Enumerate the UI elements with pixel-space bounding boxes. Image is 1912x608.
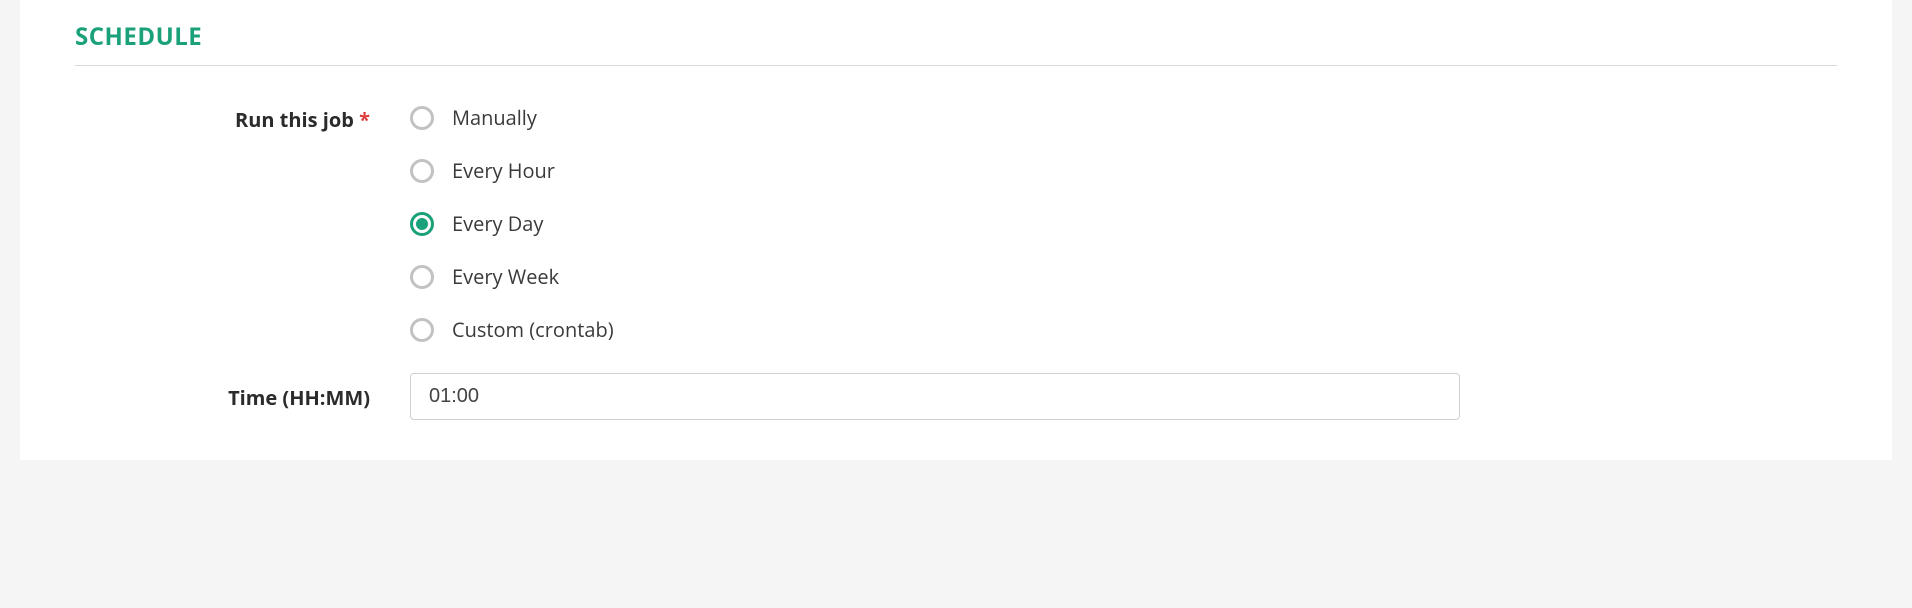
- section-title: SCHEDULE: [75, 20, 1837, 53]
- run-job-controls: Manually Every Hour Every Day Every Week: [410, 104, 1460, 343]
- schedule-panel: SCHEDULE Run this job * Manually Every H…: [20, 0, 1892, 460]
- radio-icon: [410, 106, 434, 130]
- radio-icon: [410, 265, 434, 289]
- divider: [75, 65, 1837, 66]
- run-job-radio-group: Manually Every Hour Every Day Every Week: [410, 104, 1460, 343]
- radio-icon-selected: [410, 212, 434, 236]
- radio-option-every-hour[interactable]: Every Hour: [410, 157, 1460, 184]
- radio-dot-icon: [416, 218, 428, 230]
- radio-label: Every Hour: [452, 157, 555, 184]
- run-job-row: Run this job * Manually Every Hour Every…: [75, 104, 1837, 343]
- required-indicator: *: [359, 106, 370, 133]
- radio-label: Custom (crontab): [452, 316, 614, 343]
- radio-label: Every Week: [452, 263, 559, 290]
- time-label: Time (HH:MM): [75, 382, 410, 411]
- time-row: Time (HH:MM): [75, 373, 1837, 420]
- time-control-wrap: [410, 373, 1460, 420]
- radio-label: Manually: [452, 104, 537, 131]
- radio-icon: [410, 318, 434, 342]
- run-job-label: Run this job: [235, 106, 354, 133]
- radio-label: Every Day: [452, 210, 543, 237]
- radio-icon: [410, 159, 434, 183]
- radio-option-every-week[interactable]: Every Week: [410, 263, 1460, 290]
- run-job-label-wrap: Run this job *: [75, 104, 410, 133]
- radio-option-custom-crontab[interactable]: Custom (crontab): [410, 316, 1460, 343]
- radio-option-manually[interactable]: Manually: [410, 104, 1460, 131]
- time-input[interactable]: [410, 373, 1460, 420]
- radio-option-every-day[interactable]: Every Day: [410, 210, 1460, 237]
